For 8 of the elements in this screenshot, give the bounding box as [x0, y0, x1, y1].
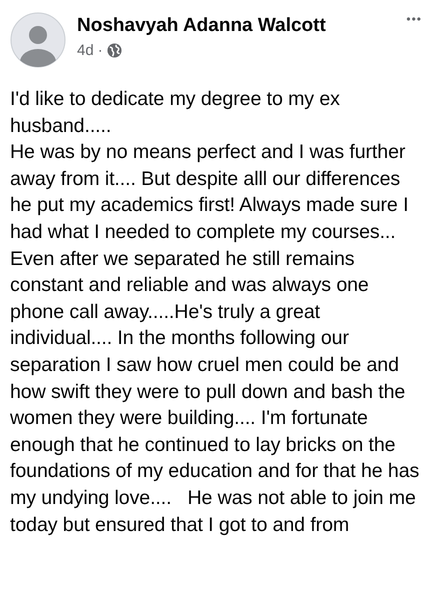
author-name[interactable]: Noshavyah Adanna Walcott	[77, 14, 396, 38]
post-time[interactable]: 4d	[77, 42, 94, 59]
post-text: I'd like to dedicate my degree to my ex husband.....	[10, 87, 341, 139]
globe-icon	[106, 43, 122, 58]
more-options-button[interactable]: •••	[406, 12, 422, 26]
post-text: He was by no means perfect and I was further away from it.... But despite alll our differences he put my academics first! Always made sure I had what I needed to complete my courses... Even after we separated he still remains constant and reliable and was always one phone call away.....He's truly a great individual.... In the months following our separation I saw how cruel men could be and how swift they were to pull down and bash the women they were building.... I'm fortunate enough that he continued to lay bricks on the foundations of my education and for that he has my undying love.... He was not able to join me today but ensured that I got to and from	[10, 140, 420, 538]
separator: ·	[98, 42, 103, 59]
avatar[interactable]	[10, 12, 66, 68]
